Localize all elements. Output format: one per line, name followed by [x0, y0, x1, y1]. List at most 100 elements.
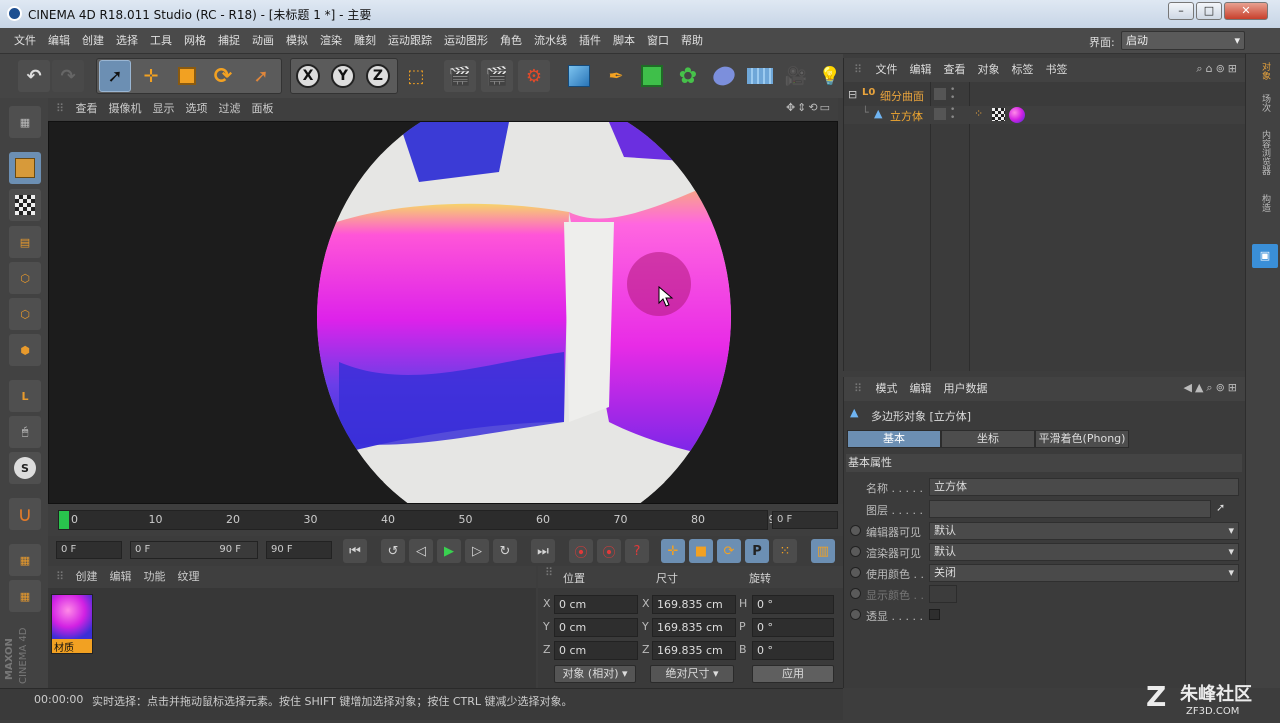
- keyframe-selection-button[interactable]: ?: [625, 539, 649, 563]
- key-pla-button[interactable]: ⁙: [773, 539, 797, 563]
- menu-item[interactable]: 创建: [76, 28, 110, 54]
- object-manager-search-icons[interactable]: ⌕⌂⊚⊞: [1196, 62, 1240, 76]
- points-mode-button[interactable]: ⬡: [9, 262, 41, 294]
- size-field[interactable]: 169.835 cm: [652, 595, 736, 614]
- display-color-swatch[interactable]: [929, 585, 957, 603]
- attribute-menu-item[interactable]: 用户数据: [944, 377, 988, 401]
- property-value-field[interactable]: 立方体: [929, 478, 1239, 496]
- apply-button[interactable]: 应用: [752, 665, 834, 683]
- object-menu-item[interactable]: 书签: [1046, 58, 1068, 82]
- viewport-menu-item[interactable]: 查看: [76, 98, 98, 120]
- add-light-button[interactable]: 💡: [814, 60, 846, 92]
- side-tab[interactable]: 构造: [1258, 194, 1272, 212]
- preview-range-slider[interactable]: 0 F 90 F: [130, 541, 258, 559]
- make-editable-button[interactable]: ▦: [9, 106, 41, 138]
- add-spline-button[interactable]: ✒: [600, 60, 632, 92]
- timeline-window-button[interactable]: ▥: [811, 539, 835, 563]
- add-camera-button[interactable]: 🎥: [780, 60, 812, 92]
- y-axis-lock-button[interactable]: Y: [327, 60, 359, 92]
- timeline[interactable]: 0102030405060708090 0 F: [48, 504, 843, 536]
- move-tool-button[interactable]: ✛: [135, 60, 167, 92]
- 3d-viewport[interactable]: [48, 121, 838, 504]
- property-value-field[interactable]: 默认 ▾: [929, 522, 1239, 540]
- menu-item[interactable]: 网格: [178, 28, 212, 54]
- next-key-button[interactable]: ↻: [493, 539, 517, 563]
- end-frame-field[interactable]: 90 F: [266, 541, 332, 559]
- tab-coordinates[interactable]: 坐标: [941, 430, 1035, 448]
- side-tab[interactable]: 场次: [1258, 94, 1272, 112]
- play-button[interactable]: ▶: [437, 539, 461, 563]
- xray-checkbox[interactable]: [929, 609, 940, 620]
- add-deformer-button[interactable]: [708, 60, 740, 92]
- menu-item[interactable]: 文件: [8, 28, 42, 54]
- uvw-tag-icon[interactable]: ⁘: [974, 107, 983, 120]
- redo-button[interactable]: ↷: [52, 60, 84, 92]
- property-animate-radio[interactable]: [850, 588, 861, 599]
- polygons-mode-button[interactable]: ⬢: [9, 334, 41, 366]
- prev-frame-button[interactable]: ◁: [409, 539, 433, 563]
- edges-mode-button[interactable]: ⬡: [9, 298, 41, 330]
- axis-mode-button[interactable]: L: [9, 380, 41, 412]
- tweak-mode-button[interactable]: 🖱: [9, 416, 41, 448]
- menu-item[interactable]: 编辑: [42, 28, 76, 54]
- record-keys-button[interactable]: ⦿: [569, 539, 593, 563]
- workplane-lock-button[interactable]: ▦: [9, 544, 41, 576]
- layer-toggle[interactable]: [934, 88, 946, 100]
- render-picture-viewer-button[interactable]: 🎬: [481, 60, 513, 92]
- z-axis-lock-button[interactable]: Z: [362, 60, 394, 92]
- prev-key-button[interactable]: ↺: [381, 539, 405, 563]
- render-settings-button[interactable]: ⚙: [518, 60, 550, 92]
- side-tab[interactable]: 对象: [1258, 62, 1272, 80]
- add-floor-button[interactable]: [744, 60, 776, 92]
- menu-item[interactable]: 渲染: [314, 28, 348, 54]
- autokey-button[interactable]: ⦿: [597, 539, 621, 563]
- rotation-field[interactable]: 0 °: [752, 641, 834, 660]
- object-menu-item[interactable]: 查看: [944, 58, 966, 82]
- size-mode-dropdown[interactable]: 绝对尺寸 ▾: [650, 665, 734, 683]
- visibility-dots-icon[interactable]: • •: [950, 106, 955, 123]
- x-axis-lock-button[interactable]: X: [292, 60, 324, 92]
- key-scale-button[interactable]: ■: [689, 539, 713, 563]
- property-value-field[interactable]: 关闭 ▾: [929, 564, 1239, 582]
- close-button[interactable]: ✕: [1224, 2, 1268, 20]
- key-parameter-button[interactable]: P: [745, 539, 769, 563]
- rotate-tool-button[interactable]: ⟳: [207, 60, 239, 92]
- menu-item[interactable]: 脚本: [607, 28, 641, 54]
- timeline-ruler[interactable]: 0102030405060708090: [58, 510, 783, 530]
- object-menu-item[interactable]: 标签: [1012, 58, 1034, 82]
- menu-item[interactable]: 雕刻: [348, 28, 382, 54]
- workplane-mode-button[interactable]: ▤: [9, 226, 41, 258]
- magnet-button[interactable]: ∪: [9, 498, 41, 530]
- next-frame-button[interactable]: ▷: [465, 539, 489, 563]
- attribute-menu-item[interactable]: 编辑: [910, 377, 932, 401]
- menu-item[interactable]: 帮助: [675, 28, 709, 54]
- attribute-nav-icons[interactable]: ◀▲⌕⊚⊞: [1183, 381, 1240, 395]
- side-panel-icon[interactable]: ▣: [1252, 244, 1278, 268]
- property-animate-radio[interactable]: [850, 567, 861, 578]
- menu-item[interactable]: 工具: [144, 28, 178, 54]
- position-field[interactable]: 0 cm: [554, 595, 638, 614]
- minimize-button[interactable]: –: [1168, 2, 1194, 20]
- material-menu-item[interactable]: 纹理: [178, 566, 200, 588]
- object-menu-item[interactable]: 编辑: [910, 58, 932, 82]
- material-menu-item[interactable]: 功能: [144, 566, 166, 588]
- menu-item[interactable]: 模拟: [280, 28, 314, 54]
- menu-item[interactable]: 运动跟踪: [382, 28, 438, 54]
- key-rotation-button[interactable]: ⟳: [717, 539, 741, 563]
- maximize-button[interactable]: □: [1196, 2, 1222, 20]
- position-field[interactable]: 0 cm: [554, 641, 638, 660]
- property-value-field[interactable]: [929, 500, 1211, 518]
- material-menu-item[interactable]: 编辑: [110, 566, 132, 588]
- planar-workplane-button[interactable]: ▦: [9, 580, 41, 612]
- coordinate-system-button[interactable]: ⬚: [400, 60, 432, 92]
- viewport-menu-item[interactable]: 选项: [186, 98, 208, 120]
- current-frame-marker[interactable]: [59, 511, 69, 529]
- key-position-button[interactable]: ✛: [661, 539, 685, 563]
- menu-item[interactable]: 选择: [110, 28, 144, 54]
- add-cube-button[interactable]: [563, 60, 595, 92]
- go-to-start-button[interactable]: ⏮: [343, 539, 367, 563]
- property-animate-radio[interactable]: [850, 609, 861, 620]
- menu-item[interactable]: 流水线: [528, 28, 573, 54]
- viewport-navigation-icons[interactable]: ✥⇕⟲▭: [786, 101, 832, 114]
- menu-item[interactable]: 运动图形: [438, 28, 494, 54]
